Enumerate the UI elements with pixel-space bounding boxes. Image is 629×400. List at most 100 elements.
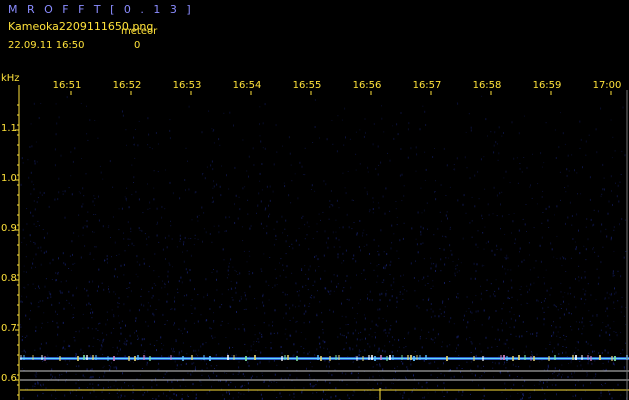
noise-dot [518, 229, 520, 232]
noise-dot [216, 375, 218, 377]
noise-dot [330, 190, 332, 192]
noise-dot [280, 396, 282, 398]
noise-dot [378, 245, 380, 247]
noise-dot [268, 385, 270, 388]
noise-dot [328, 290, 330, 293]
noise-dot [275, 234, 277, 237]
noise-dot [86, 225, 88, 228]
meteor-count: 0 [134, 40, 141, 51]
carrier-speckle [506, 356, 508, 361]
carrier-speckle [335, 355, 337, 360]
carrier-speckle [419, 355, 421, 360]
noise-dot [513, 314, 515, 316]
carrier-speckle [572, 355, 574, 360]
noise-dot [564, 187, 566, 189]
noise-dot [301, 217, 303, 219]
noise-dot [309, 321, 311, 324]
noise-dot [358, 302, 360, 304]
noise-dot [31, 180, 33, 183]
noise-dot [573, 295, 575, 298]
noise-dot [219, 185, 221, 188]
noise-dot [347, 394, 349, 397]
noise-dot [352, 361, 354, 363]
noise-dot [257, 363, 259, 366]
noise-dot [351, 228, 353, 230]
noise-dot [118, 253, 120, 255]
noise-dot [209, 376, 211, 379]
noise-dot [91, 317, 93, 319]
noise-dot [45, 387, 47, 389]
noise-dot [461, 375, 463, 378]
noise-dot [406, 366, 408, 369]
noise-dot [545, 122, 547, 124]
noise-dot [88, 280, 90, 283]
noise-dot [289, 393, 291, 396]
carrier-speckle [368, 355, 370, 360]
noise-dot [430, 316, 432, 319]
noise-dot [234, 222, 236, 224]
noise-dot [170, 220, 171, 222]
noise-dot [60, 154, 62, 157]
noise-dot [54, 198, 56, 201]
noise-dot [513, 213, 515, 214]
noise-dot [578, 280, 580, 282]
noise-dot [26, 223, 28, 225]
noise-dot [260, 222, 262, 225]
noise-dot [218, 231, 220, 234]
noise-dot [63, 307, 65, 310]
noise-dot [391, 336, 393, 339]
noise-dot [97, 339, 99, 340]
noise-dot [193, 362, 195, 364]
noise-dot [350, 373, 352, 375]
noise-dot [46, 232, 48, 235]
noise-dot [559, 326, 561, 328]
noise-dot [65, 380, 67, 383]
noise-dot [302, 285, 304, 288]
noise-dot [341, 380, 343, 382]
noise-dot [99, 165, 101, 167]
noise-dot [623, 256, 625, 259]
noise-dot [55, 397, 57, 399]
noise-dot [580, 364, 582, 367]
noise-dot [369, 345, 371, 348]
noise-dot [97, 384, 99, 387]
noise-dot [82, 396, 83, 399]
noise-dot [23, 271, 25, 273]
noise-dot [339, 246, 341, 248]
noise-dot [320, 219, 321, 221]
noise-dot [75, 353, 77, 355]
noise-dot [57, 272, 59, 275]
noise-dot [520, 294, 522, 296]
noise-dot [435, 263, 437, 266]
noise-dot [356, 338, 358, 341]
noise-dot [101, 282, 103, 284]
noise-dot [604, 382, 606, 384]
noise-dot [172, 350, 174, 353]
noise-dot [125, 129, 127, 131]
noise-dot [55, 103, 57, 105]
noise-dot [453, 164, 455, 165]
noise-dot [235, 194, 237, 197]
noise-dot [592, 224, 594, 227]
noise-dot [450, 376, 452, 379]
noise-dot [117, 302, 119, 304]
noise-dot [157, 171, 159, 173]
noise-dot [502, 319, 503, 322]
noise-dot [383, 266, 384, 269]
noise-dot [407, 332, 409, 335]
noise-dot [491, 326, 493, 328]
noise-dot [531, 352, 533, 354]
noise-dot [473, 319, 475, 321]
noise-dot [166, 320, 168, 322]
noise-dot [549, 341, 551, 343]
noise-dot [244, 294, 246, 297]
noise-dot [512, 348, 514, 350]
noise-dot [29, 318, 31, 320]
noise-dot [471, 236, 473, 238]
noise-dot [604, 297, 606, 299]
carrier-speckle [371, 355, 373, 360]
noise-dot [323, 347, 325, 349]
noise-dot [74, 339, 76, 342]
noise-dot [58, 302, 60, 304]
noise-dot [503, 364, 505, 366]
